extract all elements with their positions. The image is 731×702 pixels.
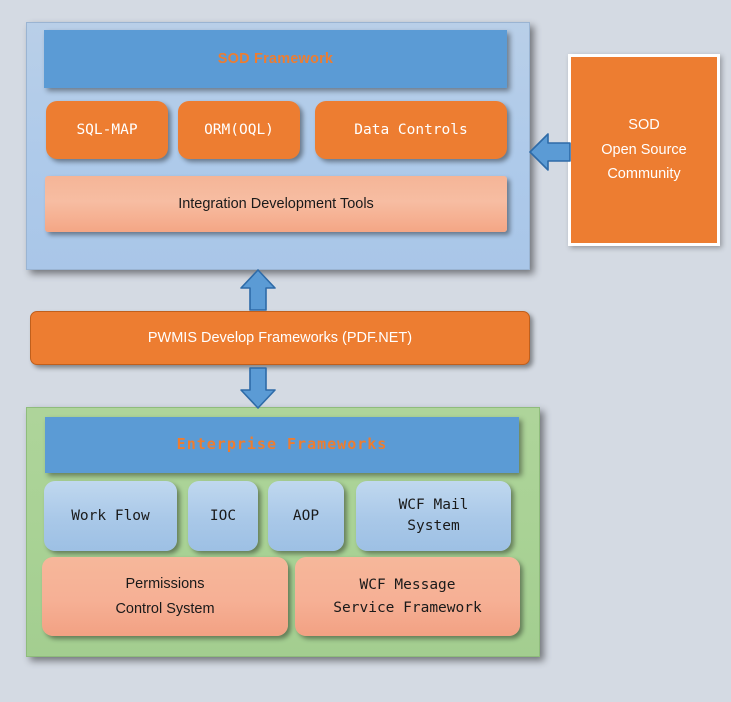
community-line-1: SOD [628, 117, 660, 134]
community-line-2: Open Source [601, 141, 687, 158]
service-wcf-message-service-framework[interactable]: WCF Message Service Framework [295, 557, 520, 636]
module-wcf-mail-system[interactable]: WCF Mail System [356, 481, 511, 551]
service-permissions-control-system[interactable]: Permissions Control System [42, 557, 288, 636]
sod-framework-header: SOD Framework [44, 30, 507, 88]
arrow-down-icon [240, 367, 276, 409]
wcf-message-line-1: WCF Message [359, 576, 456, 593]
wcf-mail-line-1: WCF Mail [398, 497, 469, 514]
module-orm-oql[interactable]: ORM(OQL) [178, 101, 300, 159]
integration-development-tools[interactable]: Integration Development Tools [45, 176, 507, 232]
module-data-controls[interactable]: Data Controls [315, 101, 507, 159]
arrow-left-icon [529, 133, 571, 171]
module-sql-map[interactable]: SQL-MAP [46, 101, 168, 159]
arrow-up-icon [240, 269, 276, 311]
wcf-mail-line-2: System [407, 518, 460, 534]
permissions-line-1: Permissions [125, 575, 205, 592]
sod-open-source-community-box[interactable]: SOD Open Source Community [568, 54, 720, 246]
module-work-flow[interactable]: Work Flow [44, 481, 177, 551]
wcf-message-line-2: Service Framework [333, 599, 482, 616]
community-line-3: Community [607, 166, 681, 183]
permissions-line-2: Control System [115, 600, 215, 617]
module-aop[interactable]: AOP [268, 481, 344, 551]
module-ioc[interactable]: IOC [188, 481, 258, 551]
architecture-diagram: SOD Framework SQL-MAP ORM(OQL) Data Cont… [0, 0, 731, 702]
pwmis-develop-frameworks-bar[interactable]: PWMIS Develop Frameworks (PDF.NET) [30, 311, 530, 365]
enterprise-frameworks-header: Enterprise Frameworks [45, 417, 519, 473]
